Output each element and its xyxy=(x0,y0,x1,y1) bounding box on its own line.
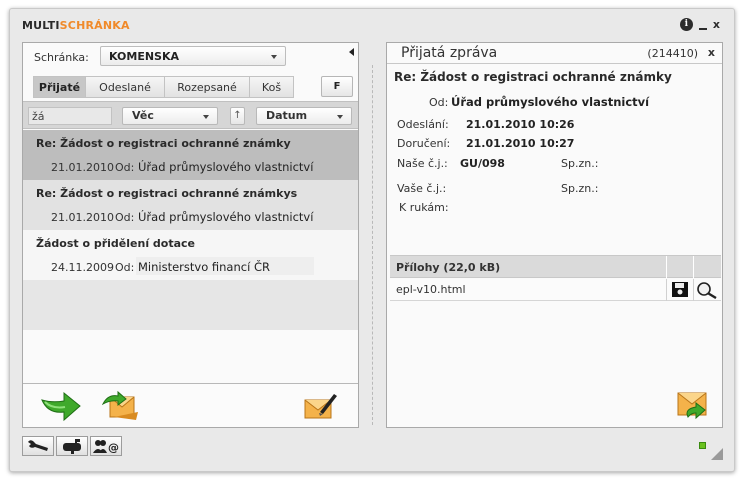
wrench-icon xyxy=(28,440,48,451)
attachment-name: epl-v10.html xyxy=(396,283,466,296)
list-item[interactable]: Re: Žádost o registraci ochranné známkys… xyxy=(23,180,358,230)
attachments-header: Přílohy (22,0 kB) xyxy=(390,255,721,278)
message-subject: Re: Žádost o registraci ochranné známkys xyxy=(36,187,298,200)
attachment-row[interactable]: epl-v10.html xyxy=(390,279,721,301)
list-item[interactable]: Žádost o přidělení dotace 24.11.2009 Od:… xyxy=(23,230,358,280)
from-label: Od: xyxy=(429,96,449,109)
message-id: (214410) xyxy=(647,47,698,60)
from-label: Od: xyxy=(115,261,135,274)
from-label: Od: xyxy=(115,211,135,224)
info-icon[interactable]: i xyxy=(679,18,693,31)
magnifier-icon[interactable] xyxy=(696,281,718,299)
delivered-value: 21.01.2010 10:27 xyxy=(466,137,575,150)
filter-bar: Věc ↑ Datum xyxy=(23,101,358,129)
chevron-down-icon xyxy=(271,55,277,59)
chevron-down-icon xyxy=(337,115,343,119)
from-value: Úřad průmyslového vlastnictví xyxy=(451,95,650,109)
mailbox-select[interactable]: KOMENSKA xyxy=(100,46,286,66)
message-subject: Re: Žádost o registraci ochranné známky xyxy=(394,70,672,84)
message-sender: Úřad průmyslového vlastnictví xyxy=(138,210,314,224)
save-icon[interactable] xyxy=(671,281,689,298)
collapse-panel-icon[interactable] xyxy=(349,48,354,56)
message-list: Re: Žádost o registraci ochranné známky … xyxy=(23,130,358,330)
message-date: 21.01.2010 xyxy=(51,161,114,174)
delivered-label: Doručení: xyxy=(397,137,451,150)
mailbox-label: Schránka: xyxy=(34,51,89,64)
our-ref-value: GU/098 xyxy=(460,157,505,170)
new-message-icon[interactable] xyxy=(302,390,338,422)
tab-sent[interactable]: Odeslané xyxy=(85,76,164,98)
sort-date-select[interactable]: Datum xyxy=(256,107,352,125)
contacts-icon: @ xyxy=(93,440,119,454)
list-item[interactable]: Re: Žádost o registraci ochranné známky … xyxy=(23,130,358,180)
open-envelope-icon[interactable] xyxy=(102,390,140,422)
app-window: MULTISCHRÁNKA i x Schránka: KOMENSKA Při… xyxy=(9,8,735,472)
close-icon[interactable]: x xyxy=(713,18,720,31)
sort-direction-button[interactable]: ↑ xyxy=(230,107,245,125)
folder-tabs: Přijaté Odeslané Rozepsané Koš xyxy=(33,76,294,98)
status-indicator xyxy=(699,442,706,449)
reply-envelope-icon[interactable] xyxy=(674,387,710,421)
chevron-down-icon xyxy=(203,115,209,119)
mailbox-value: KOMENSKA xyxy=(109,50,180,63)
message-detail-panel: Přijatá zpráva (214410) x Re: Žádost o r… xyxy=(386,42,723,428)
minimize-icon[interactable] xyxy=(698,27,707,30)
sent-value: 21.01.2010 10:26 xyxy=(466,118,575,131)
your-spzn-label: Sp.zn.: xyxy=(561,182,599,195)
contacts-button[interactable]: @ xyxy=(90,436,122,456)
divider xyxy=(387,63,722,64)
message-list-panel: Schránka: KOMENSKA Přijaté Odeslané Roze… xyxy=(22,42,359,428)
message-sender: Ministerstvo financí ČR xyxy=(138,260,270,274)
resize-grip-icon[interactable] xyxy=(711,448,723,460)
filter-button[interactable]: F xyxy=(321,76,353,97)
mailbox-icon xyxy=(63,439,81,454)
message-subject: Žádost o přidělení dotace xyxy=(36,237,196,250)
from-label: Od: xyxy=(115,161,135,174)
tab-drafts[interactable]: Rozepsané xyxy=(164,76,249,98)
tab-trash[interactable]: Koš xyxy=(249,76,294,98)
search-input[interactable] xyxy=(28,107,112,125)
list-empty-area xyxy=(23,280,358,330)
detail-title: Přijatá zpráva xyxy=(401,45,498,61)
panel-divider[interactable] xyxy=(372,65,373,425)
our-spzn-label: Sp.zn.: xyxy=(561,157,599,170)
message-sender: Úřad průmyslového vlastnictví xyxy=(138,160,314,174)
mailbox-button[interactable] xyxy=(56,436,88,456)
our-ref-label: Naše č.j.: xyxy=(397,157,448,170)
bottom-toolbar: @ xyxy=(22,436,122,456)
message-date: 21.01.2010 xyxy=(51,211,114,224)
window-controls: i x xyxy=(679,18,720,31)
attention-label: K rukám: xyxy=(399,201,449,214)
your-ref-label: Vaše č.j.: xyxy=(397,182,447,195)
settings-button[interactable] xyxy=(22,436,54,456)
tab-inbox[interactable]: Přijaté xyxy=(33,76,85,98)
list-actions xyxy=(23,383,358,427)
sort-field-select[interactable]: Věc xyxy=(122,107,218,125)
sent-label: Odeslání: xyxy=(397,118,449,131)
close-icon[interactable]: x xyxy=(708,46,715,59)
message-subject: Re: Žádost o registraci ochranné známky xyxy=(36,137,291,150)
svg-text:@: @ xyxy=(108,441,119,454)
forward-arrow-icon[interactable] xyxy=(40,390,82,422)
app-title: MULTISCHRÁNKA xyxy=(22,19,130,32)
message-date: 24.11.2009 xyxy=(51,261,114,274)
